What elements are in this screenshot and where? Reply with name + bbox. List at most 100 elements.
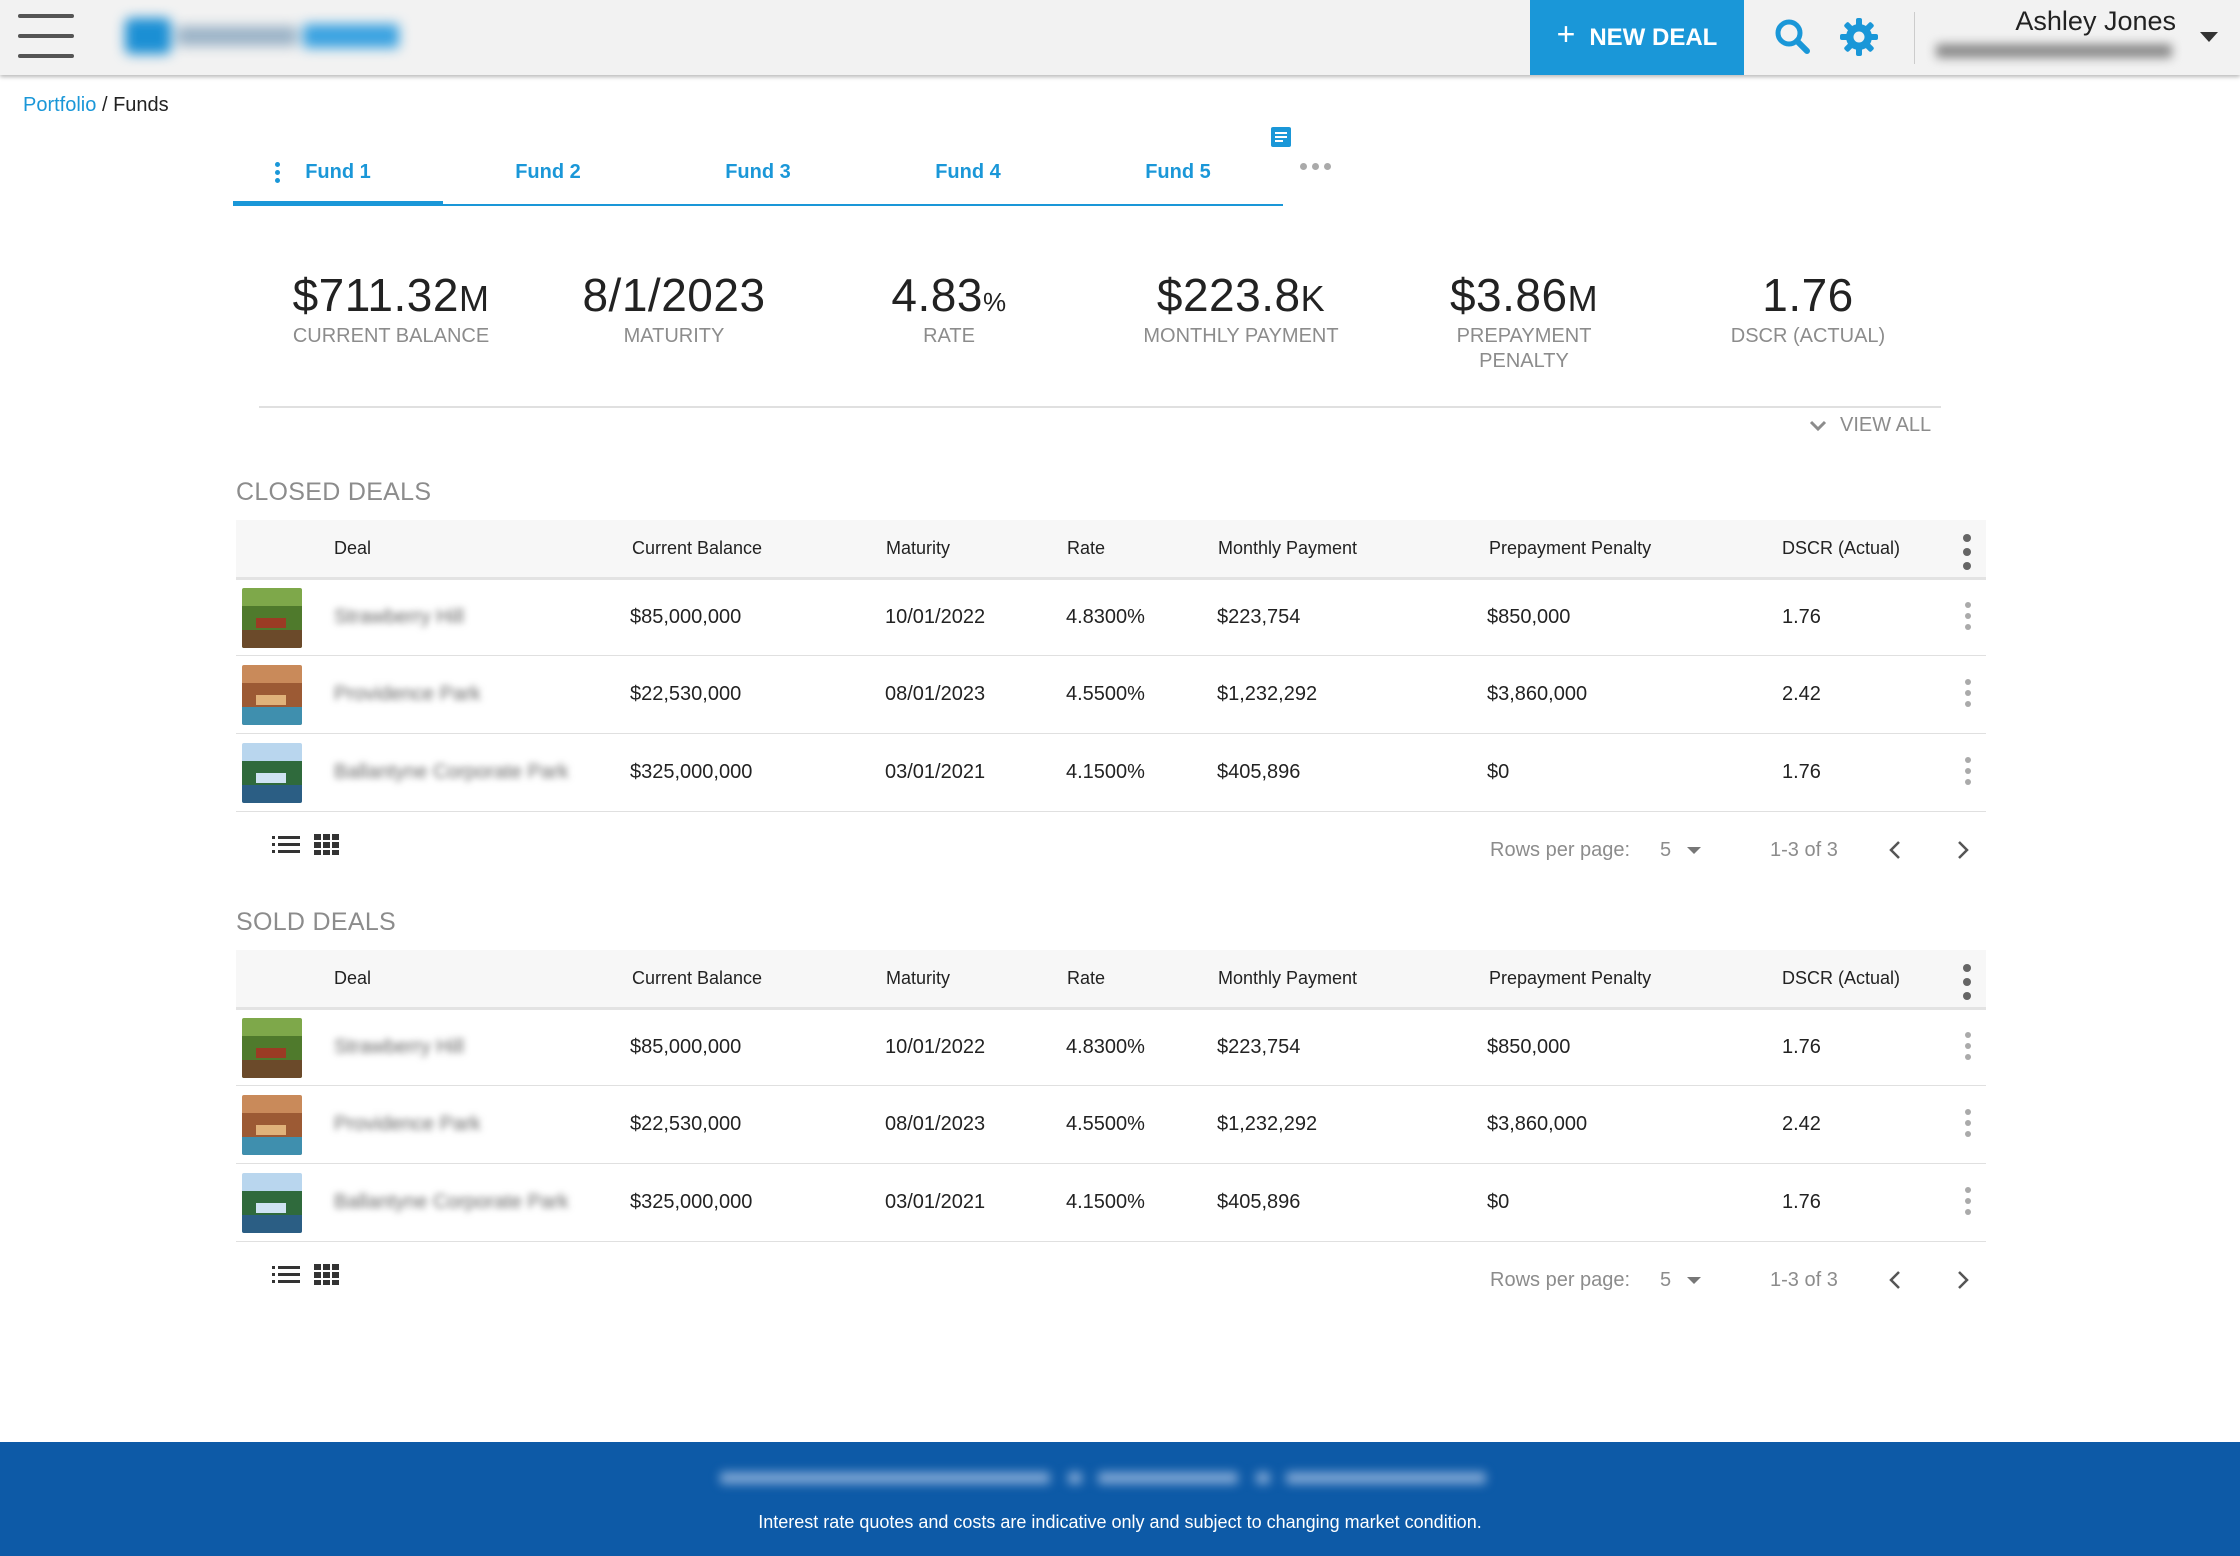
hamburger-menu-icon[interactable] xyxy=(18,14,74,58)
row-options-icon[interactable] xyxy=(1964,1032,1972,1060)
cell-payment: $405,896 xyxy=(1217,1191,1301,1213)
cell-maturity: 08/01/2023 xyxy=(885,683,986,705)
row-options-icon[interactable] xyxy=(1964,1109,1972,1137)
rows-per-page-label: Rows per page: xyxy=(1490,839,1631,861)
grid-view-icon[interactable] xyxy=(314,1262,342,1286)
deal-name[interactable]: Providence Park xyxy=(334,683,481,706)
deal-name[interactable]: Strawberry Hill xyxy=(334,606,464,629)
cell-payment: $223,754 xyxy=(1217,606,1301,628)
column-header-deal[interactable]: Deal xyxy=(334,520,371,577)
stat-value: 4.83% xyxy=(891,269,1007,321)
table-row[interactable]: Strawberry Hill $85,000,000 10/01/2022 4.83… xyxy=(236,1010,1986,1086)
deal-thumbnail[interactable] xyxy=(242,1018,302,1078)
tab-fund-1[interactable]: Fund 1 xyxy=(233,140,443,206)
table-row[interactable]: Providence Park $22,530,000 08/01/2023 4.55… xyxy=(236,656,1986,734)
chevron-left-icon[interactable] xyxy=(1882,1266,1910,1294)
rows-per-page-select[interactable]: 5 xyxy=(1660,839,1702,862)
fund-tabs: Fund 1 Fund 2 Fund 3 Fund 4 Fund 5 xyxy=(233,140,1283,206)
table-row[interactable]: Ballantyne Corporate Park $325,000,000 03/… xyxy=(236,734,1986,812)
rows-per-page-select[interactable]: 5 xyxy=(1660,1269,1702,1292)
table-row[interactable]: Strawberry Hill $85,000,000 10/01/2022 4.83… xyxy=(236,580,1986,656)
cell-maturity: 03/01/2021 xyxy=(885,761,986,783)
rows-per-page-value: 5 xyxy=(1660,1269,1672,1291)
cell-penalty: $850,000 xyxy=(1487,606,1571,628)
deal-thumbnail[interactable] xyxy=(242,743,302,803)
cell-balance: $22,530,000 xyxy=(630,1113,742,1135)
column-header-rate[interactable]: Rate xyxy=(1067,520,1105,577)
deal-thumbnail[interactable] xyxy=(242,1173,302,1233)
stat-value: $223.8K xyxy=(1156,269,1326,321)
column-header-monthly-payment[interactable]: Monthly Payment xyxy=(1218,520,1357,577)
stat-value: $3.86M xyxy=(1449,269,1599,321)
cell-balance: $85,000,000 xyxy=(630,1036,742,1058)
deal-name[interactable]: Strawberry Hill xyxy=(334,1036,464,1059)
breadcrumb-separator: / xyxy=(101,94,108,116)
tab-fund-2[interactable]: Fund 2 xyxy=(443,140,653,204)
tab-fund-5[interactable]: Fund 5 xyxy=(1073,140,1283,204)
column-options-icon[interactable] xyxy=(1962,964,1972,1000)
sold-deals-title: SOLD DEALS xyxy=(236,908,397,936)
stat-dscr: 1.76 DSCR (ACTUAL) xyxy=(1678,268,1938,349)
list-view-icon[interactable] xyxy=(272,1262,300,1286)
stat-current-balance: $711.32M CURRENT BALANCE xyxy=(261,268,521,349)
column-header-rate[interactable]: Rate xyxy=(1067,950,1105,1007)
table-header: Deal Current Balance Maturity Rate Monthly P… xyxy=(236,520,1986,580)
table-row[interactable]: Providence Park $22,530,000 08/01/2023 4.55… xyxy=(236,1086,1986,1164)
tab-fund-4[interactable]: Fund 4 xyxy=(863,140,1073,204)
stat-value: 8/1/2023 xyxy=(582,269,766,321)
company-logo[interactable] xyxy=(125,14,405,58)
table-row[interactable]: Ballantyne Corporate Park $325,000,000 03/… xyxy=(236,1164,1986,1242)
search-icon[interactable] xyxy=(1770,14,1816,60)
deal-name[interactable]: Ballantyne Corporate Park xyxy=(334,761,569,784)
cell-dscr: 1.76 xyxy=(1782,606,1821,628)
cell-rate: 4.1500% xyxy=(1066,1191,1145,1213)
row-options-icon[interactable] xyxy=(1964,1187,1972,1215)
tab-fund-3[interactable]: Fund 3 xyxy=(653,140,863,204)
notes-icon[interactable] xyxy=(1270,126,1292,148)
table-header: Deal Current Balance Maturity Rate Monthly P… xyxy=(236,950,1986,1010)
deal-thumbnail[interactable] xyxy=(242,588,302,648)
chevron-right-icon[interactable] xyxy=(1948,836,1976,864)
cell-balance: $22,530,000 xyxy=(630,683,742,705)
gear-icon[interactable] xyxy=(1836,14,1882,60)
new-deal-button[interactable]: + NEW DEAL xyxy=(1530,0,1744,75)
deal-thumbnail[interactable] xyxy=(242,665,302,725)
view-all-button[interactable]: VIEW ALL xyxy=(1808,414,1931,437)
column-header-dscr-actual[interactable]: DSCR (Actual) xyxy=(1782,950,1900,1007)
row-options-icon[interactable] xyxy=(1964,757,1972,785)
stat-prepayment-penalty: $3.86M PREPAYMENT PENALTY xyxy=(1394,268,1654,374)
stat-label: MATURITY xyxy=(623,325,725,347)
more-tabs-icon[interactable] xyxy=(1300,158,1336,174)
cell-rate: 4.1500% xyxy=(1066,761,1145,783)
deal-thumbnail[interactable] xyxy=(242,1095,302,1155)
column-header-current-balance[interactable]: Current Balance xyxy=(632,950,762,1007)
breadcrumb-portfolio-link[interactable]: Portfolio xyxy=(23,94,96,116)
column-header-prepayment-penalty[interactable]: Prepayment Penalty xyxy=(1489,520,1651,577)
row-options-icon[interactable] xyxy=(1964,679,1972,707)
cell-dscr: 1.76 xyxy=(1782,1036,1821,1058)
deal-name[interactable]: Providence Park xyxy=(334,1113,481,1136)
column-header-current-balance[interactable]: Current Balance xyxy=(632,520,762,577)
chevron-left-icon[interactable] xyxy=(1882,836,1910,864)
column-header-deal[interactable]: Deal xyxy=(334,950,371,1007)
row-options-icon[interactable] xyxy=(1964,602,1972,630)
user-name[interactable]: Ashley Jones xyxy=(1940,6,2176,37)
stat-rate: 4.83% RATE xyxy=(819,268,1079,349)
user-menu-caret-icon[interactable] xyxy=(2200,32,2218,42)
cell-penalty: $3,860,000 xyxy=(1487,683,1588,705)
table-pagination: Rows per page: 5 1-3 of 3 xyxy=(236,1242,1986,1322)
chevron-right-icon[interactable] xyxy=(1948,1266,1976,1294)
breadcrumb-current: Funds xyxy=(113,94,169,116)
tab-options-icon[interactable] xyxy=(275,162,281,184)
column-header-maturity[interactable]: Maturity xyxy=(886,520,950,577)
column-options-icon[interactable] xyxy=(1962,534,1972,570)
column-header-dscr-actual[interactable]: DSCR (Actual) xyxy=(1782,520,1900,577)
cell-penalty: $850,000 xyxy=(1487,1036,1571,1058)
list-view-icon[interactable] xyxy=(272,832,300,856)
column-header-maturity[interactable]: Maturity xyxy=(886,950,950,1007)
column-header-prepayment-penalty[interactable]: Prepayment Penalty xyxy=(1489,950,1651,1007)
deal-name[interactable]: Ballantyne Corporate Park xyxy=(334,1191,569,1214)
tab-label: Fund 5 xyxy=(1145,160,1211,183)
column-header-monthly-payment[interactable]: Monthly Payment xyxy=(1218,950,1357,1007)
grid-view-icon[interactable] xyxy=(314,832,342,856)
